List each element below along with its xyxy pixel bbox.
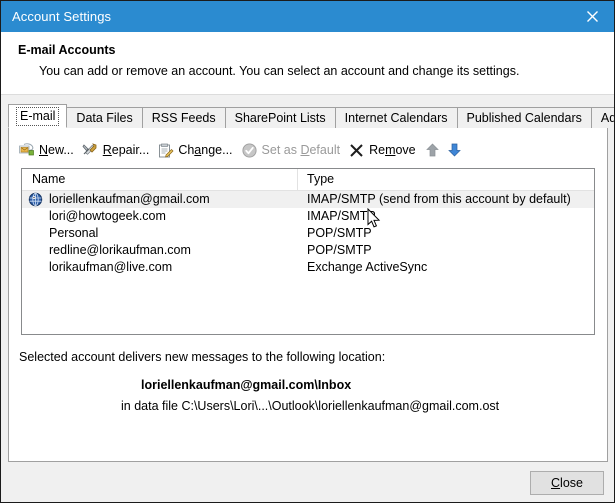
repair-tools-icon (82, 142, 97, 155)
change-account-button[interactable]: Change... (155, 139, 238, 161)
close-button[interactable]: Close (530, 471, 604, 495)
arrow-down-icon (448, 143, 461, 157)
remove-account-label: Remove (369, 143, 416, 157)
move-down-button[interactable] (444, 143, 466, 157)
dialog-header: E-mail Accounts You can add or remove an… (1, 32, 614, 95)
email-tab-panel: New... Repair... Change... Set as Defaul… (8, 127, 608, 462)
account-globe-icon (28, 192, 43, 207)
check-circle-icon (241, 142, 257, 158)
header-subtitle: You can add or remove an account. You ca… (39, 64, 520, 78)
table-row[interactable]: redline@lorikaufman.com POP/SMTP (22, 242, 594, 259)
row-type: IMAP/SMTP (send from this account by def… (307, 192, 571, 206)
header-title: E-mail Accounts (18, 43, 116, 57)
new-account-label: New... (39, 143, 74, 157)
tab-published-calendars-label: Published Calendars (466, 111, 582, 125)
tab-sharepoint-lists-label: SharePoint Lists (234, 111, 326, 125)
tab-internet-calendars[interactable]: Internet Calendars (334, 107, 458, 128)
table-row[interactable]: Personal POP/SMTP (22, 225, 594, 242)
row-type: POP/SMTP (307, 243, 372, 257)
row-name: lori@howtogeek.com (49, 209, 166, 223)
delivery-location-label: Selected account delivers new messages t… (19, 350, 386, 364)
tab-internet-calendars-label: Internet Calendars (344, 111, 448, 125)
tab-email[interactable]: E-mail (8, 104, 68, 128)
table-row[interactable]: lorikaufman@live.com Exchange ActiveSync (22, 259, 594, 276)
tab-rss-feeds[interactable]: RSS Feeds (141, 107, 226, 128)
table-row[interactable]: loriellenkaufman@gmail.com IMAP/SMTP (se… (22, 191, 594, 208)
tab-email-label: E-mail (16, 107, 60, 126)
row-name: redline@lorikaufman.com (49, 243, 191, 257)
delivery-location-target: loriellenkaufman@gmail.com\Inbox (141, 378, 352, 392)
table-row[interactable]: lori@howtogeek.com IMAP/SMTP (22, 208, 594, 225)
set-as-default-label: Set as Default (261, 143, 341, 157)
accounts-toolbar: New... Repair... Change... Set as Defaul… (9, 136, 607, 164)
tab-address-books-label: Address Books (600, 111, 614, 125)
tab-rss-feeds-label: RSS Feeds (151, 111, 216, 125)
list-header: Name Type (22, 169, 594, 191)
row-name: lorikaufman@live.com (49, 260, 173, 274)
row-type: POP/SMTP (307, 226, 372, 240)
tab-data-files[interactable]: Data Files (66, 107, 143, 128)
tab-address-books[interactable]: Address Books (590, 107, 614, 128)
row-name: Personal (49, 226, 99, 240)
column-header-type[interactable]: Type (307, 172, 334, 186)
column-divider (297, 169, 298, 190)
dialog-footer: Close (1, 462, 614, 502)
account-settings-dialog: Account Settings E-mail Accounts You can… (0, 0, 615, 503)
title-bar: Account Settings (1, 1, 614, 32)
x-mark-icon (350, 143, 363, 157)
column-header-name[interactable]: Name (32, 172, 65, 186)
row-type: Exchange ActiveSync (307, 260, 428, 274)
new-account-button[interactable]: New... (16, 139, 80, 161)
accounts-list[interactable]: Name Type loriellenkaufman@gmail.com IMA… (21, 168, 595, 335)
arrow-up-icon (426, 143, 439, 157)
row-type: IMAP/SMTP (307, 209, 376, 223)
repair-account-button[interactable]: Repair... (80, 139, 156, 161)
tab-published-calendars[interactable]: Published Calendars (456, 107, 592, 128)
change-account-icon (159, 143, 174, 157)
close-icon[interactable] (570, 1, 614, 32)
tab-strip: E-mail Data Files RSS Feeds SharePoint L… (8, 104, 614, 128)
change-account-label: Change... (178, 143, 233, 157)
row-name: loriellenkaufman@gmail.com (49, 192, 210, 206)
repair-account-label: Repair... (102, 143, 150, 157)
tab-data-files-label: Data Files (76, 111, 133, 125)
new-email-account-icon (19, 142, 34, 155)
remove-account-button[interactable]: Remove (346, 139, 422, 161)
tab-sharepoint-lists[interactable]: SharePoint Lists (224, 107, 336, 128)
move-up-button[interactable] (422, 143, 444, 157)
delivery-data-file: in data file C:\Users\Lori\...\Outlook\l… (121, 399, 500, 413)
set-as-default-button[interactable]: Set as Default (239, 139, 347, 161)
window-title: Account Settings (12, 9, 112, 24)
